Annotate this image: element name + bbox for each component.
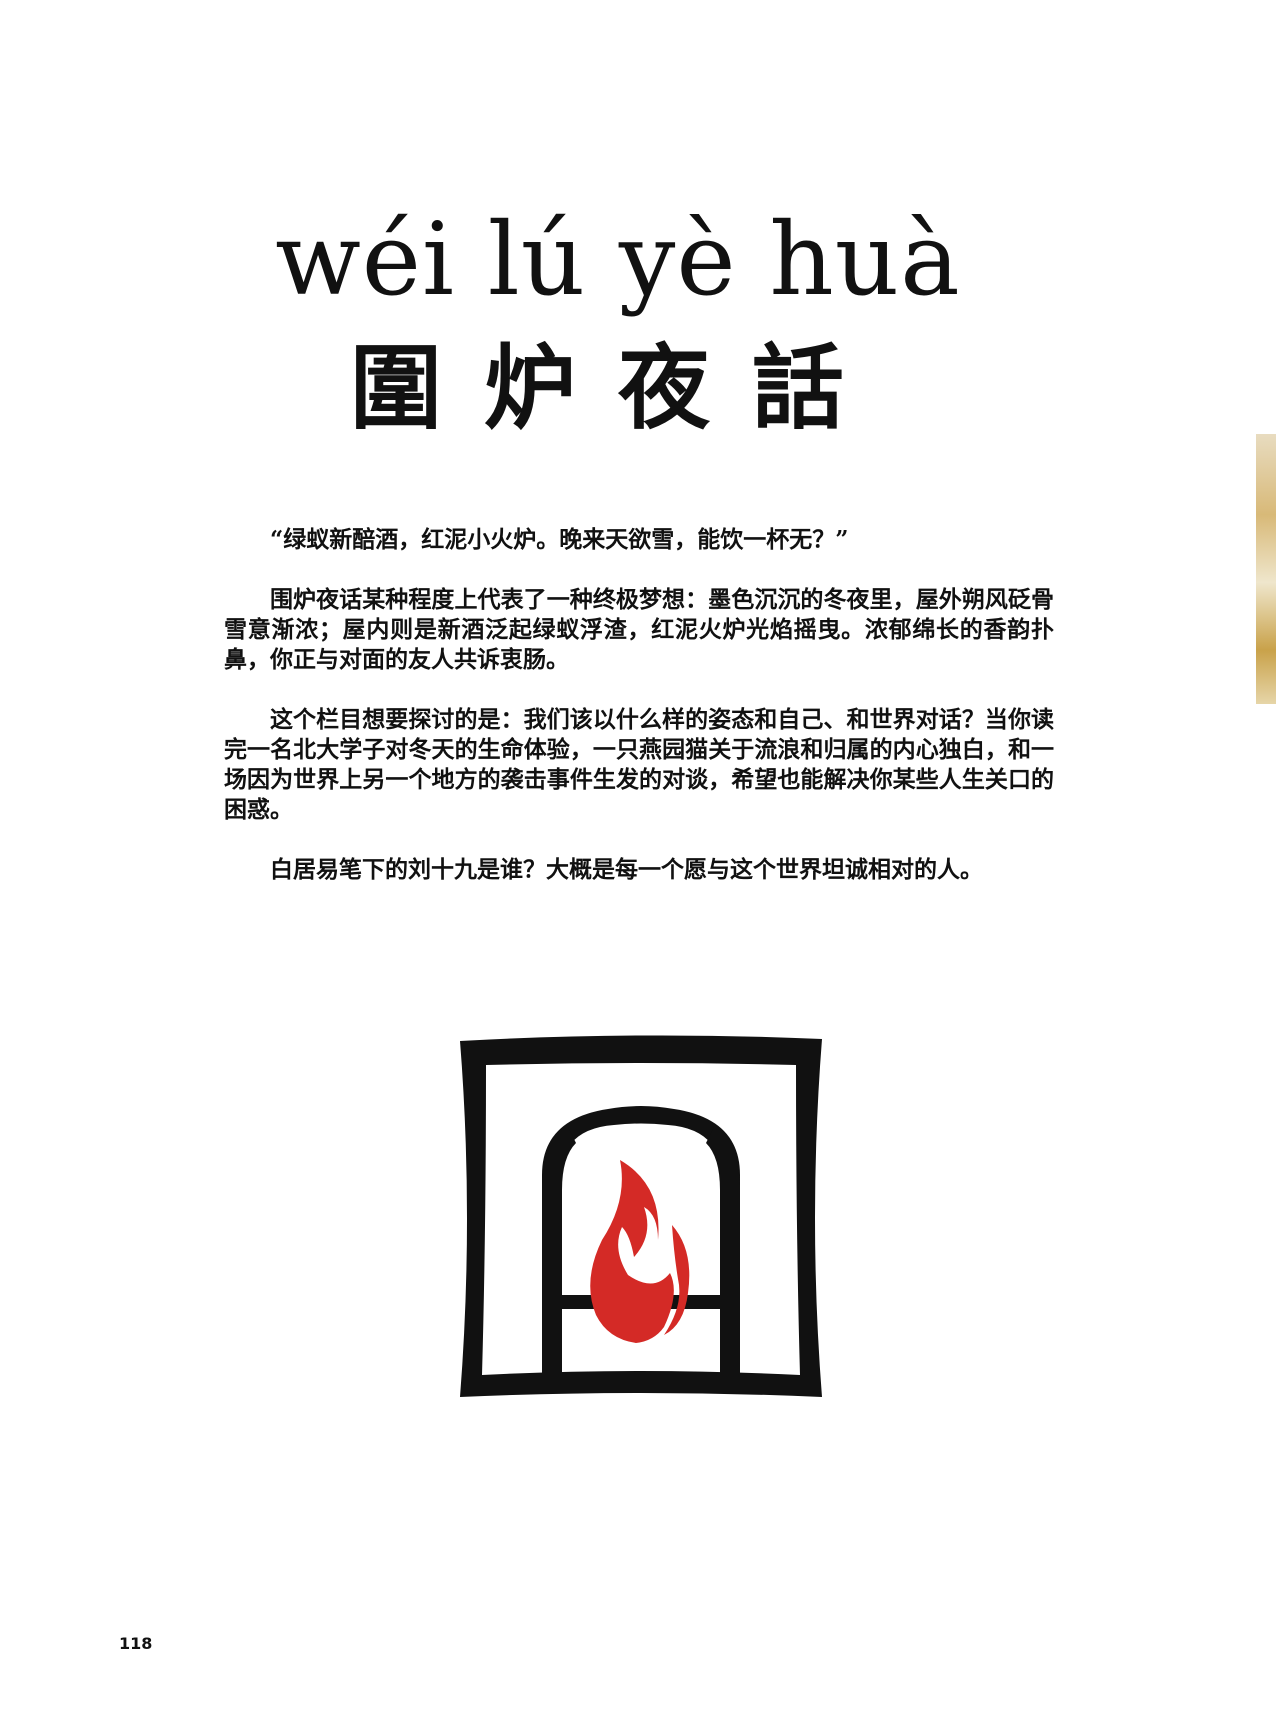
body-paragraph: 围炉夜话某种程度上代表了一种终极梦想：墨色沉沉的冬夜里，屋外朔风砭骨雪意渐浓；屋…: [224, 586, 1054, 673]
title-pinyin: wéi lú yè huà: [275, 201, 961, 318]
adjacent-page-edge: [1256, 434, 1276, 704]
quote-paragraph: “绿蚁新醅酒，红泥小火炉。晚来天欲雪，能饮一杯无？”: [270, 526, 849, 553]
flame-shape: [590, 1160, 690, 1343]
title-chinese: 圍炉夜話: [349, 334, 886, 442]
body-paragraph: 白居易笔下的刘十九是谁？大概是每一个愿与这个世界坦诚相对的人。: [270, 856, 983, 883]
page-number: 118: [119, 1634, 153, 1653]
article-body: “绿蚁新醅酒，红泥小火炉。晚来天欲雪，能饮一杯无？” 围炉夜话某种程度上代表了一…: [224, 525, 1054, 915]
body-paragraph: 这个栏目想要探讨的是：我们该以什么样的姿态和自己、和世界对话？当你读完一名北大学…: [224, 706, 1054, 823]
fireplace-flame-icon: [460, 1035, 822, 1397]
